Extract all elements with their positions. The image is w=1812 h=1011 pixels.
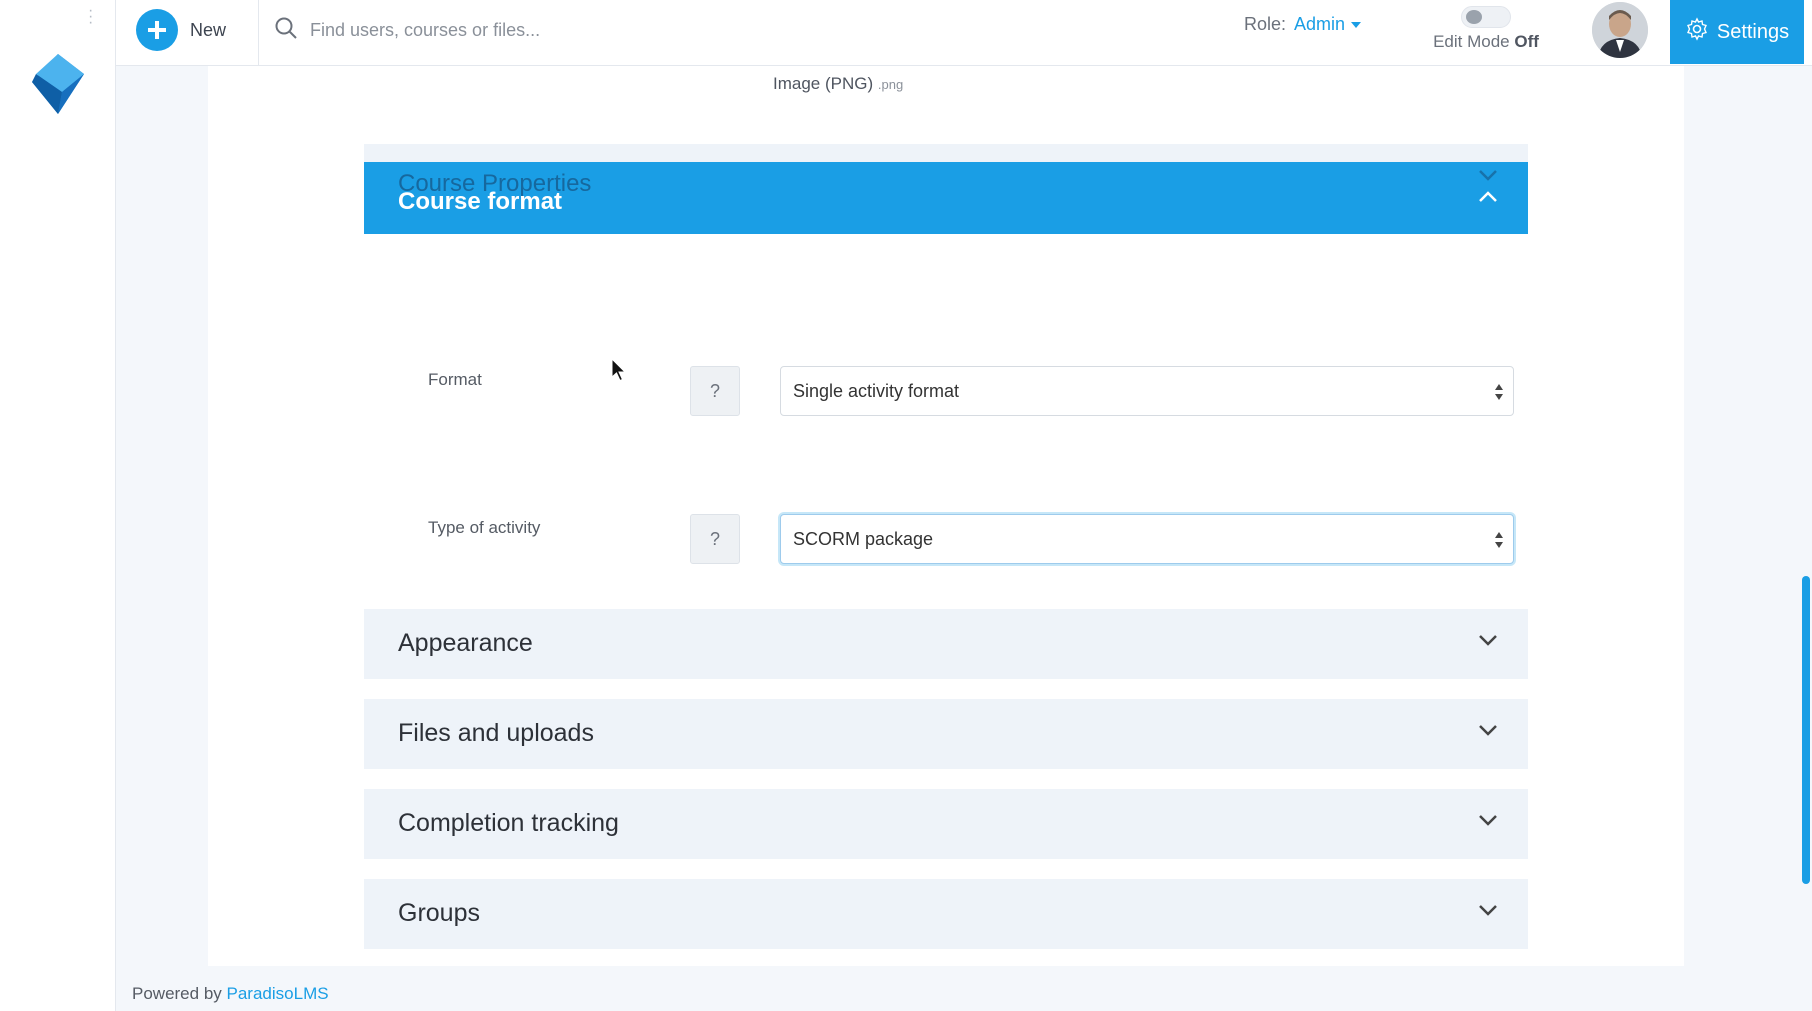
accordion-appearance[interactable]: Appearance: [364, 609, 1528, 679]
avatar[interactable]: [1592, 2, 1648, 58]
chevron-down-icon: [1478, 168, 1498, 186]
new-button[interactable]: New: [136, 6, 226, 54]
chevron-down-icon: [1478, 633, 1498, 651]
select-arrows-icon: [1495, 383, 1503, 401]
chevron-up-icon[interactable]: [1478, 190, 1498, 208]
accordion-title: Groups: [398, 899, 480, 927]
activity-type-select[interactable]: SCORM package: [780, 514, 1514, 564]
mouse-cursor-icon: [611, 357, 627, 382]
settings-button[interactable]: Settings: [1670, 0, 1804, 64]
accordion-completion-tracking[interactable]: Completion tracking: [364, 789, 1528, 859]
activity-type-label: Type of activity: [428, 518, 541, 537]
section-title: Course format: [398, 188, 563, 215]
divider: [258, 0, 259, 66]
select-arrows-icon: [1495, 531, 1503, 549]
search-bar: [274, 12, 874, 48]
accordion-title: Appearance: [398, 629, 533, 657]
new-label: New: [190, 19, 227, 40]
accordion-files-and-uploads[interactable]: Files and uploads: [364, 699, 1528, 769]
chevron-down-icon: [1478, 723, 1498, 741]
plus-icon: [136, 9, 178, 51]
footer-prefix: Powered by: [132, 984, 222, 1003]
format-label: Format: [428, 370, 482, 389]
role-label: Role:: [1244, 14, 1287, 34]
format-help-button[interactable]: ?: [690, 366, 740, 416]
caret-down-icon: [1351, 21, 1362, 28]
footer-link[interactable]: ParadisoLMS: [227, 984, 329, 1003]
format-select[interactable]: Single activity format: [780, 366, 1514, 416]
image-type: Image (PNG): [773, 74, 874, 93]
activity-type-select-value: SCORM package: [793, 528, 934, 549]
search-icon: [274, 16, 298, 45]
edit-mode-label: Edit Mode: [1433, 32, 1510, 51]
role-dropdown[interactable]: Admin: [1294, 14, 1362, 35]
top-bar: New Role: Admin Edit Mode Off: [116, 0, 1812, 66]
format-select-value: Single activity format: [793, 380, 960, 401]
edit-mode-control: Edit Mode Off: [1426, 6, 1546, 52]
chevron-down-icon: [1478, 903, 1498, 921]
role-selector: Role: Admin: [1244, 14, 1362, 35]
left-rail: · · ·: [0, 0, 116, 1011]
edit-mode-toggle[interactable]: [1461, 6, 1511, 28]
role-value: Admin: [1294, 14, 1346, 34]
gear-icon: [1685, 17, 1709, 47]
activity-type-help-button[interactable]: ?: [690, 514, 740, 564]
accordion-title: Completion tracking: [398, 809, 619, 837]
accordion-groups[interactable]: Groups: [364, 879, 1528, 949]
footer: Powered by ParadisoLMS: [132, 984, 329, 1004]
chevron-down-icon: [1478, 813, 1498, 831]
image-type-line: Image (PNG) .png: [773, 74, 903, 94]
settings-label: Settings: [1716, 20, 1790, 43]
search-input[interactable]: [310, 19, 830, 41]
scrollbar-thumb[interactable]: [1802, 576, 1810, 884]
edit-mode-state: Off: [1514, 32, 1539, 51]
section-header-course-format[interactable]: Course Properties Course format: [364, 162, 1528, 234]
activity-type-row: Type of activity ? SCORM package: [364, 514, 1528, 574]
accordion-title: Files and uploads: [398, 719, 594, 747]
app-logo-icon[interactable]: [28, 52, 88, 120]
image-ext: .png: [877, 77, 904, 92]
format-row: Format ? Single activity format: [364, 366, 1528, 426]
more-options-icon[interactable]: · · ·: [88, 3, 93, 31]
main-content: Image (PNG) .png Course Properties Cours…: [208, 66, 1684, 966]
